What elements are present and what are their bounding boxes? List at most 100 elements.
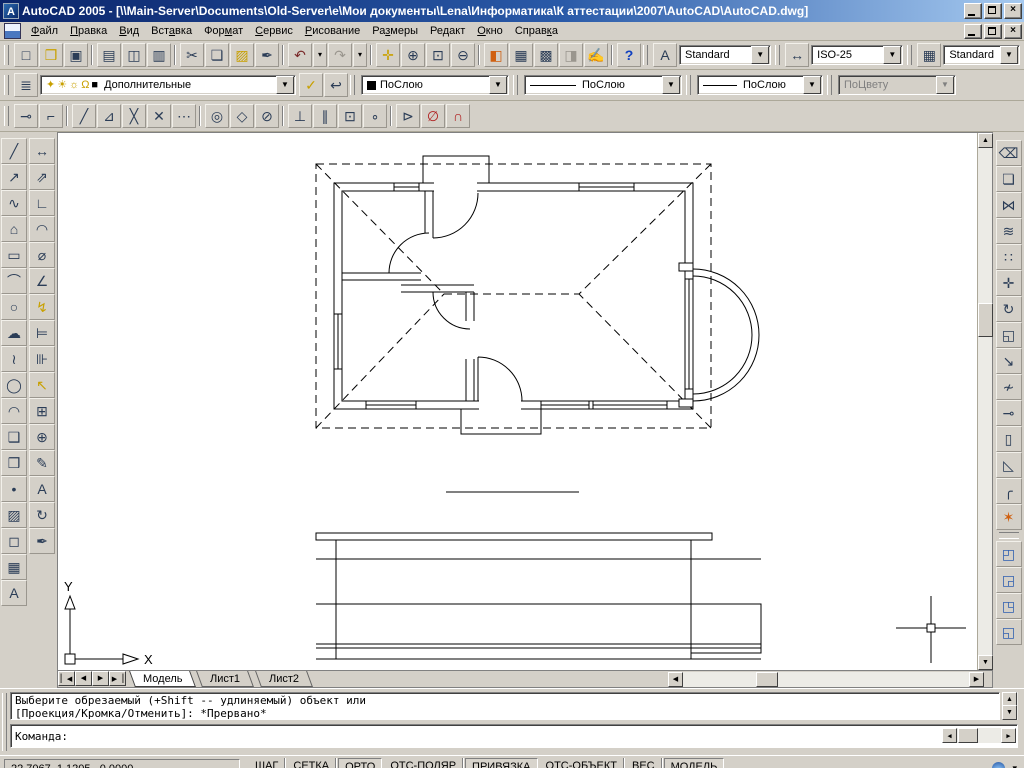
next-tab-button[interactable]: ▶ xyxy=(92,671,109,686)
fillet-button[interactable]: ╭ xyxy=(996,478,1022,504)
zoom-realtime-button[interactable]: ⊕ xyxy=(401,43,425,67)
menu-edit[interactable]: Правка xyxy=(64,23,113,39)
toggle-otrack[interactable]: ОТС-ОБЪЕКТ xyxy=(540,758,624,768)
send-to-back-button[interactable]: ◲ xyxy=(996,567,1022,593)
toolbar-grip[interactable] xyxy=(643,45,648,65)
snap-insert-button[interactable]: ⊡ xyxy=(338,104,362,128)
temp-track-point-button[interactable]: ⊸ xyxy=(14,104,38,128)
circle-button[interactable]: ○ xyxy=(1,294,27,320)
snap-quadrant-button[interactable]: ◇ xyxy=(230,104,254,128)
insert-block-button[interactable]: ❑ xyxy=(1,424,27,450)
make-block-button[interactable]: ❒ xyxy=(1,450,27,476)
scroll-down-button[interactable]: ▼ xyxy=(1002,705,1017,720)
array-button[interactable]: ∷ xyxy=(996,244,1022,270)
chamfer-button[interactable]: ◺ xyxy=(996,452,1022,478)
zoom-previous-button[interactable]: ⊖ xyxy=(451,43,475,67)
chevron-down-icon[interactable]: ▼ xyxy=(883,46,901,64)
redo-dropdown[interactable]: ▾ xyxy=(353,43,367,67)
toggle-polar[interactable]: ОТС-ПОЛЯР xyxy=(384,758,463,768)
table-style-combo[interactable]: Standard ▼ xyxy=(943,45,1020,65)
break-button[interactable]: ▯ xyxy=(996,426,1022,452)
status-bar-menu-arrow[interactable]: ▾ xyxy=(1009,763,1020,768)
region-button[interactable]: ◻ xyxy=(1,528,27,554)
tab-model[interactable]: Модель xyxy=(129,671,196,687)
dim-baseline-button[interactable]: ⊨ xyxy=(29,320,55,346)
publish-button[interactable]: ▥ xyxy=(147,43,171,67)
menu-format[interactable]: Формат xyxy=(198,23,249,39)
scroll-up-button[interactable]: ▲ xyxy=(978,133,993,148)
toolbar-grip[interactable] xyxy=(4,75,9,95)
hatch-button[interactable]: ▨ xyxy=(1,502,27,528)
mirror-button[interactable]: ⋈ xyxy=(996,192,1022,218)
horizontal-scroll-thumb[interactable] xyxy=(756,672,778,687)
line-button[interactable]: ╱ xyxy=(1,138,27,164)
linetype-combo[interactable]: ПоСлою ▼ xyxy=(524,75,682,95)
zoom-window-button[interactable]: ⊡ xyxy=(426,43,450,67)
dim-linear-button[interactable]: ↔ xyxy=(29,138,55,164)
mdi-close-button[interactable]: × xyxy=(1004,24,1022,39)
layer-previous-button[interactable]: ↩ xyxy=(324,73,348,97)
menu-file[interactable]: Файл xyxy=(25,23,64,39)
menu-modify[interactable]: Редакт xyxy=(424,23,471,39)
minimize-button[interactable] xyxy=(964,3,982,19)
dim-update-button[interactable]: ↻ xyxy=(29,502,55,528)
menu-view[interactable]: Вид xyxy=(113,23,145,39)
chevron-down-icon[interactable]: ▼ xyxy=(803,76,821,94)
erase-button[interactable]: ⌫ xyxy=(996,140,1022,166)
markup-manager-button[interactable]: ✍ xyxy=(584,43,608,67)
toolbar-grip[interactable] xyxy=(4,106,9,126)
designcenter-button[interactable]: ▦ xyxy=(509,43,533,67)
snap-perpendicular-button[interactable]: ⊥ xyxy=(288,104,312,128)
mdi-minimize-button[interactable] xyxy=(964,24,982,39)
snap-midpoint-button[interactable]: ⊿ xyxy=(97,104,121,128)
chevron-down-icon[interactable]: ▼ xyxy=(1000,46,1018,64)
snap-nearest-button[interactable]: ⊳ xyxy=(396,104,420,128)
dim-style-combo[interactable]: ISO-25 ▼ xyxy=(811,45,903,65)
arc-button[interactable]: ⌒ xyxy=(1,268,27,294)
snap-tangent-button[interactable]: ⊘ xyxy=(255,104,279,128)
sheetset-manager-button[interactable]: ◨ xyxy=(559,43,583,67)
scroll-left-button[interactable]: ◀ xyxy=(942,728,957,743)
chevron-down-icon[interactable]: ▼ xyxy=(751,46,769,64)
paste-button[interactable]: ▨ xyxy=(230,43,254,67)
coordinates-display[interactable]: 22.7067, 1.1205 , 0.0000 xyxy=(4,759,240,768)
mdi-restore-button[interactable] xyxy=(984,24,1002,39)
bring-above-objects-button[interactable]: ◳ xyxy=(996,593,1022,619)
text-style-combo[interactable]: Standard ▼ xyxy=(679,45,771,65)
snap-apparent-intersection-button[interactable]: ✕ xyxy=(147,104,171,128)
vertical-scrollbar[interactable]: ▲ ▼ xyxy=(977,133,992,670)
chevron-down-icon[interactable]: ▼ xyxy=(276,76,294,94)
layer-manager-button[interactable]: ≣ xyxy=(14,73,38,97)
polygon-button[interactable]: ⌂ xyxy=(1,216,27,242)
offset-button[interactable]: ≋ xyxy=(996,218,1022,244)
menu-dimension[interactable]: Размеры xyxy=(366,23,424,39)
move-button[interactable]: ✛ xyxy=(996,270,1022,296)
toolbar-grip[interactable] xyxy=(907,45,912,65)
revcloud-button[interactable]: ☁ xyxy=(1,320,27,346)
snap-node-button[interactable]: ∘ xyxy=(363,104,387,128)
undo-button[interactable]: ↶ xyxy=(288,43,312,67)
stretch-button[interactable]: ↘ xyxy=(996,348,1022,374)
mtext-button[interactable]: A xyxy=(1,580,27,606)
match-properties-button[interactable]: ✒ xyxy=(255,43,279,67)
spline-button[interactable]: ≀ xyxy=(1,346,27,372)
print-preview-button[interactable]: ◫ xyxy=(122,43,146,67)
rotate-button[interactable]: ↻ xyxy=(996,296,1022,322)
toolbar-grip[interactable] xyxy=(827,75,832,95)
polyline-button[interactable]: ∿ xyxy=(1,190,27,216)
toolbar-grip[interactable] xyxy=(350,75,355,95)
tab-layout2[interactable]: Лист2 xyxy=(255,671,313,687)
layer-combo[interactable]: ✦☀☼Ω■ Дополнительные ▼ xyxy=(40,75,296,95)
color-combo[interactable]: ПоСлою ▼ xyxy=(361,75,509,95)
snap-extension-button[interactable]: ⋯ xyxy=(172,104,196,128)
construction-line-button[interactable]: ↗ xyxy=(1,164,27,190)
snap-endpoint-button[interactable]: ╱ xyxy=(72,104,96,128)
save-button[interactable]: ▣ xyxy=(64,43,88,67)
scroll-right-button[interactable]: ▶ xyxy=(969,672,984,687)
dim-angular-button[interactable]: ∠ xyxy=(29,268,55,294)
vertical-scroll-thumb[interactable] xyxy=(978,303,993,337)
command-horizontal-scrollbar[interactable]: ◀ ▶ xyxy=(942,728,1016,743)
send-under-objects-button[interactable]: ◱ xyxy=(996,619,1022,645)
horizontal-scrollbar[interactable]: ◀ ▶ xyxy=(668,672,984,687)
copy-button[interactable]: ❏ xyxy=(205,43,229,67)
